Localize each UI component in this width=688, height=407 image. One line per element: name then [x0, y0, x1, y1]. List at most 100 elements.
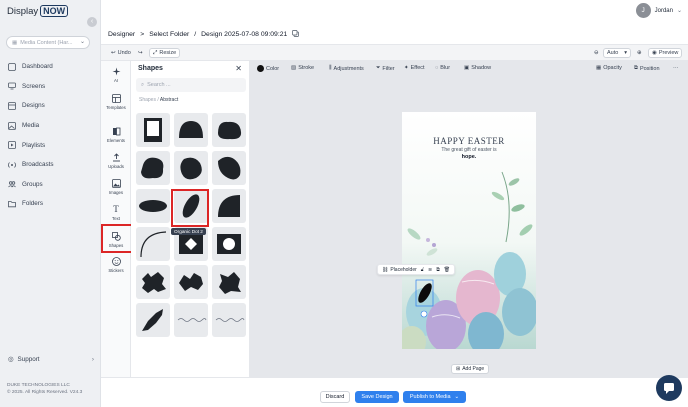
rail-item-images[interactable]: Images — [101, 179, 131, 195]
sidebar-item-dashboard[interactable]: Dashboard — [0, 57, 100, 77]
add-page-label: Add Page — [462, 366, 485, 372]
shape-wavy-line-2[interactable] — [212, 303, 246, 337]
rail-item-text[interactable]: T Text — [101, 205, 131, 222]
sidebar-item-broadcasts[interactable]: Broadcasts — [0, 155, 100, 175]
user-menu[interactable]: J Jordan ⌄ — [635, 3, 682, 18]
shape-wavy-line-1[interactable] — [174, 303, 208, 337]
blur-label: Blur — [440, 65, 451, 71]
sidebar-item-media[interactable]: Media — [0, 116, 100, 136]
shape-organic-dot-1[interactable] — [136, 189, 170, 223]
shape-half-dome[interactable] — [174, 113, 208, 147]
delete-icon[interactable]: 🗑︎ — [444, 267, 450, 273]
design-title[interactable]: Design 2025-07-08 09:09:21 — [201, 31, 287, 38]
shadow-button[interactable]: ▣ Shadow — [464, 65, 491, 71]
sidebar-item-playlists[interactable]: Playlists — [0, 135, 100, 155]
zoom-in-icon[interactable]: ⊕ — [634, 48, 645, 58]
effect-icon: ✦ — [404, 65, 409, 71]
breadcrumb: Designer > Select Folder / Design 2025-0… — [108, 30, 300, 39]
placeholder-button[interactable]: ⛓ Placeholder — [382, 267, 417, 273]
breadcrumb-folder[interactable]: Select Folder — [149, 31, 189, 38]
rail-item-ai[interactable]: AI — [101, 67, 131, 83]
shape-tooltip: Organic Dot 2 — [171, 228, 206, 235]
add-page-icon: ⊞ — [456, 366, 461, 372]
adjustments-button[interactable]: ⫼ Adjustments — [329, 65, 364, 72]
shape-blob-3[interactable] — [174, 151, 208, 185]
app-logo[interactable]: Display NOW — [7, 5, 69, 17]
redo-button[interactable]: ↪ — [135, 48, 146, 58]
breadcrumb-separator: > — [140, 31, 145, 38]
duplicate-icon[interactable]: ⧉ — [436, 267, 440, 273]
shapes-search-input[interactable]: ⌕ Search ... — [136, 78, 246, 92]
sparkle-icon — [112, 67, 121, 76]
shape-blob-4[interactable] — [212, 151, 246, 185]
more-options-button[interactable]: ··· — [673, 65, 679, 71]
breadcrumb-designer[interactable]: Designer — [108, 31, 135, 38]
discard-button[interactable]: Discard — [320, 391, 350, 403]
collapse-sidebar-button[interactable]: ‹ — [87, 17, 97, 27]
rail-label: Images — [108, 190, 124, 195]
support-label: Support — [17, 356, 40, 363]
groups-icon — [8, 180, 16, 188]
zoom-select[interactable]: Auto ▾ — [603, 48, 631, 58]
artboard-line2: hope. — [461, 154, 477, 160]
app-root: Display NOW ‹ ▦ Media Content (Har... ⌄ … — [0, 0, 688, 407]
rail-item-uploads[interactable]: Uploads — [101, 153, 131, 169]
publish-to-media-button[interactable]: Publish to Media ⌄ — [403, 391, 466, 403]
preview-button[interactable]: ◉ Preview — [648, 48, 683, 58]
rail-item-stickers[interactable]: Stickers — [101, 257, 131, 273]
logo-badge: NOW — [40, 5, 69, 17]
breadcrumb-shapes[interactable]: Shapes — [139, 97, 156, 103]
chat-support-button[interactable] — [656, 375, 682, 401]
shape-arc-line[interactable] — [136, 227, 170, 261]
shape-blob-1[interactable] — [212, 113, 246, 147]
chat-icon — [664, 383, 674, 394]
shape-brush-stroke[interactable] — [136, 303, 170, 337]
preview-label: Preview — [658, 50, 679, 56]
sidebar-item-screens[interactable]: Screens — [0, 77, 100, 97]
close-icon[interactable]: ✕ — [235, 64, 242, 73]
effect-button[interactable]: ✦ Effect — [404, 65, 425, 71]
editor-topbar: Designer > Select Folder / Design 2025-0… — [101, 22, 688, 45]
shadow-icon: ▣ — [464, 65, 470, 71]
sidebar-item-label: Playlists — [22, 141, 46, 149]
blur-button[interactable]: ◌ Blur — [435, 65, 450, 71]
color-swatch-icon — [257, 65, 264, 72]
shape-frame-square[interactable] — [136, 113, 170, 147]
folders-icon — [8, 200, 16, 208]
undo-button[interactable]: ↩ Undo — [108, 48, 134, 58]
shape-splash-1[interactable] — [136, 265, 170, 299]
save-design-button[interactable]: Save Design — [355, 391, 399, 403]
stroke-icon: ▨ — [291, 65, 297, 71]
shape-circle-frame[interactable] — [212, 227, 246, 261]
rail-label: Text — [112, 216, 120, 221]
shape-quarter-circle[interactable] — [212, 189, 246, 223]
rail-label: AI — [113, 78, 119, 83]
rail-item-elements[interactable]: Elements — [101, 127, 131, 143]
sidebar-item-groups[interactable]: Groups — [0, 175, 100, 195]
add-page-button[interactable]: ⊞ Add Page — [451, 364, 490, 374]
support-link[interactable]: ◎ Support › — [8, 356, 94, 363]
shape-splash-2[interactable] — [174, 265, 208, 299]
sticker-icon — [111, 257, 121, 266]
color-button[interactable]: Color — [257, 65, 279, 72]
copy-icon[interactable] — [292, 30, 300, 39]
position-button[interactable]: ⧉ Position — [634, 65, 660, 72]
avatar: J — [635, 3, 651, 18]
media-content-select[interactable]: ▦ Media Content (Har... ⌄ — [6, 36, 90, 49]
filter-button[interactable]: ⏷ Filter — [376, 65, 395, 72]
opacity-button[interactable]: ▦ Opacity — [596, 65, 622, 71]
shape-splash-3[interactable] — [212, 265, 246, 299]
chevron-down-icon: ⌄ — [79, 39, 85, 45]
resize-button[interactable]: ⤢ Resize — [149, 48, 181, 58]
sidebar-item-folders[interactable]: Folders — [0, 194, 100, 214]
design-artboard[interactable]: HAPPY EASTER The great gift of easter is… — [402, 112, 536, 349]
zoom-out-icon[interactable]: ⊖ — [591, 48, 602, 58]
rail-item-templates[interactable]: Templates — [101, 94, 131, 110]
lock-icon[interactable]: 🔓︎ — [421, 267, 424, 273]
stroke-button[interactable]: ▨ Stroke — [291, 65, 314, 71]
layers-icon[interactable]: ≋ — [428, 267, 432, 273]
sidebar-item-designs[interactable]: Designs — [0, 96, 100, 116]
zoom-value: Auto — [607, 50, 619, 56]
chevron-right-icon: › — [91, 356, 94, 363]
shape-blob-2[interactable] — [136, 151, 170, 185]
